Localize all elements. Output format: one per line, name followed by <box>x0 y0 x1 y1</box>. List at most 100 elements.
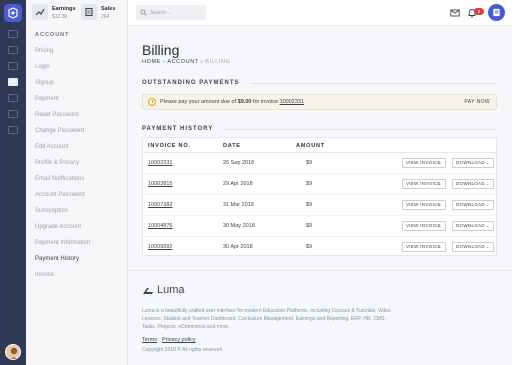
table-row: 10009392 30 Apr 2018 $9 VIEW INVOICE ⌄ DOWNLO… <box>143 237 496 258</box>
breadcrumb-home[interactable]: HOME <box>142 59 161 65</box>
footer-links: Terms Privacy policy <box>142 337 201 343</box>
invoice-amount: $9 <box>306 160 313 166</box>
invoice-amount: $9 <box>306 223 313 229</box>
breadcrumb-account[interactable]: ACCOUNT <box>167 59 198 65</box>
sidebar-item-account-password[interactable]: Account Password <box>35 190 125 206</box>
sidebar-item-email-notifications[interactable]: Email Notifications <box>35 174 125 190</box>
download-label: DOWNLOAD <box>456 202 485 207</box>
footer: Luma Luma is a beautifully crafted user … <box>128 270 512 365</box>
sidebar-menu: Pricing Login Signup Payment Reset Passw… <box>35 46 125 286</box>
rail-courses-icon[interactable] <box>8 62 18 70</box>
rail-settings-icon[interactable] <box>8 126 18 134</box>
alert-amount: $9.00 <box>237 99 252 105</box>
footer-description: Luma is a beautifully crafted user inter… <box>142 308 391 330</box>
sidebar-item-login[interactable]: Login <box>35 62 125 78</box>
table-row: 10004876 30 May 2018 $9 VIEW INVOICE ⌄ DOWNLO… <box>143 216 496 237</box>
column-date: DATE <box>223 143 241 149</box>
rail-home-icon[interactable] <box>8 30 18 38</box>
terms-link[interactable]: Terms <box>142 337 157 343</box>
sidebar-item-invoice[interactable]: Invoice <box>35 270 125 286</box>
chevron-down-icon: ⌄ <box>437 160 442 166</box>
invoice-amount: $9 <box>306 244 313 250</box>
view-invoice-label: VIEW INVOICE <box>406 181 441 186</box>
breadcrumb: HOME › ACCOUNT › BILLING <box>142 59 230 65</box>
view-invoice-button[interactable]: VIEW INVOICE ⌄ <box>402 200 446 210</box>
sidebar-item-payment-information[interactable]: Payment Information <box>35 238 125 254</box>
invoice-link[interactable]: 10004876 <box>148 223 172 229</box>
chevron-down-icon: ⌄ <box>437 223 442 229</box>
payment-alert: Please pay your amount due of $9.00 for … <box>142 94 497 110</box>
invoice-link[interactable]: 10009392 <box>148 244 172 250</box>
table-row: 10003815 29 Apr 2018 $9 VIEW INVOICE ⌄ DOWNLO… <box>143 174 496 195</box>
download-button[interactable]: DOWNLOAD ⌄ <box>452 242 494 252</box>
rail-messages-icon[interactable] <box>8 110 18 118</box>
page-title: Billing <box>142 42 180 58</box>
alert-message: Please pay your amount due of $9.00 for … <box>160 99 304 105</box>
chevron-down-icon: ⌄ <box>485 181 490 187</box>
view-invoice-button[interactable]: VIEW INVOICE ⌄ <box>402 242 446 252</box>
view-invoice-button[interactable]: VIEW INVOICE ⌄ <box>402 158 446 168</box>
brand-name: Luma <box>157 284 185 296</box>
breadcrumb-separator: › <box>162 59 166 65</box>
payment-history-table: INVOICE NO. DATE AMOUNT 10002331 26 Sep 2… <box>142 137 497 256</box>
invoice-link[interactable]: 10007382 <box>148 202 172 208</box>
download-button[interactable]: DOWNLOAD ⌄ <box>452 221 494 231</box>
sidebar-item-pricing[interactable]: Pricing <box>35 46 125 62</box>
rail-account-icon[interactable] <box>8 78 18 86</box>
invoice-date: 31 Mar 2018 <box>223 202 254 208</box>
alert-invoice-link[interactable]: 10002331 <box>280 99 304 105</box>
view-invoice-button[interactable]: VIEW INVOICE ⌄ <box>402 179 446 189</box>
sidebar-item-payment-history[interactable]: Payment History <box>35 254 125 270</box>
view-invoice-label: VIEW INVOICE <box>406 223 441 228</box>
history-heading: PAYMENT HISTORY <box>142 126 214 132</box>
search-box[interactable] <box>136 5 206 20</box>
top-bar: 2 <box>128 0 512 26</box>
mail-icon[interactable] <box>450 8 460 18</box>
sidebar-item-change-password[interactable]: Change Password <box>35 126 125 142</box>
view-invoice-button[interactable]: VIEW INVOICE ⌄ <box>402 221 446 231</box>
main-content: Billing HOME › ACCOUNT › BILLING OUTSTANDING… <box>128 26 512 365</box>
section-divider <box>250 83 497 84</box>
earnings-label: Earnings <box>52 6 76 12</box>
trending-up-icon <box>32 4 48 20</box>
sidebar-item-reset-password[interactable]: Reset Password <box>35 110 125 126</box>
table-header: INVOICE NO. DATE AMOUNT <box>143 138 496 153</box>
sidebar-heading: ACCOUNT <box>35 32 70 38</box>
warning-icon <box>148 98 156 106</box>
sidebar-item-payment[interactable]: Payment <box>35 94 125 110</box>
notification-badge: 2 <box>474 8 484 15</box>
privacy-link[interactable]: Privacy policy <box>162 337 196 343</box>
invoice-link[interactable]: 10003815 <box>148 181 172 187</box>
breadcrumb-current: BILLING <box>205 59 231 65</box>
table-row: 10002331 26 Sep 2018 $9 VIEW INVOICE ⌄ DOWNLO… <box>143 153 496 174</box>
invoice-date: 30 May 2018 <box>223 223 255 229</box>
invoice-date: 29 Apr 2018 <box>223 181 253 187</box>
view-invoice-label: VIEW INVOICE <box>406 160 441 165</box>
rail-calendar-icon[interactable] <box>8 94 18 102</box>
pay-now-button[interactable]: PAY NOW <box>464 99 490 105</box>
sidebar-item-upgrade-account[interactable]: Upgrade Account <box>35 222 125 238</box>
invoice-link[interactable]: 10002331 <box>148 160 172 166</box>
sidebar-item-edit-account[interactable]: Edit Account <box>35 142 125 158</box>
avatar[interactable] <box>5 344 21 360</box>
sidebar-item-signup[interactable]: Signup <box>35 78 125 94</box>
download-button[interactable]: DOWNLOAD ⌄ <box>452 200 494 210</box>
chevron-down-icon: ⌄ <box>437 181 442 187</box>
chevron-down-icon: ⌄ <box>437 244 442 250</box>
invoice-date: 30 Apr 2018 <box>223 244 253 250</box>
table-row: 10007382 31 Mar 2018 $9 VIEW INVOICE ⌄ DOWNLO… <box>143 195 496 216</box>
logo-icon[interactable] <box>4 4 22 22</box>
sales-label: Sales <box>101 6 116 12</box>
download-button[interactable]: DOWNLOAD ⌄ <box>452 179 494 189</box>
sidebar-stats: Earnings $12.3k Sales 264 <box>32 4 126 24</box>
chevron-down-icon: ⌄ <box>437 202 442 208</box>
rail-apps-icon[interactable] <box>8 46 18 54</box>
download-label: DOWNLOAD <box>456 244 485 249</box>
sidebar-item-subscription[interactable]: Subscription <box>35 206 125 222</box>
breadcrumb-separator: › <box>200 59 204 65</box>
sidebar-item-profile-privacy[interactable]: Profile & Privacy <box>35 158 125 174</box>
search-input[interactable] <box>150 7 204 18</box>
chevron-down-icon: ⌄ <box>485 244 490 250</box>
download-button[interactable]: DOWNLOAD ⌄ <box>452 158 494 168</box>
user-menu-button[interactable] <box>488 4 505 21</box>
